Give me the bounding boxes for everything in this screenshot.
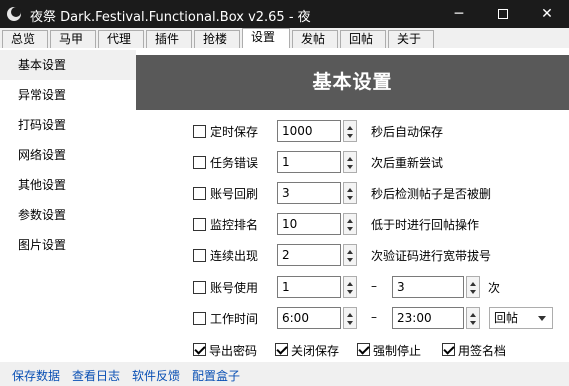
setting-row-monitor-rank: 监控排名 10 低于时进行回帖操作 (0, 213, 569, 235)
monitor-rank-input[interactable]: 10 (277, 213, 341, 235)
feedback-link[interactable]: 软件反馈 (132, 367, 180, 384)
auto-save-input[interactable]: 1000 (277, 120, 341, 142)
tab-accounts[interactable]: 马甲 (50, 30, 96, 48)
task-error-suffix: 次后重新尝试 (371, 156, 444, 170)
work-time-checkbox[interactable] (193, 312, 206, 325)
tab-reply[interactable]: 回帖 (340, 30, 386, 48)
nav-item-basic[interactable]: 基本设置 (0, 50, 136, 80)
account-usage-min-stepper[interactable] (343, 276, 357, 298)
monitor-rank-stepper[interactable] (343, 213, 357, 235)
auto-save-checkbox[interactable] (193, 125, 206, 138)
tab-post[interactable]: 发帖 (292, 30, 338, 48)
app-logo-icon (7, 7, 21, 21)
setting-row-task-error: 任务错误 1 次后重新尝试 (0, 151, 569, 173)
consecutive-input[interactable]: 2 (277, 244, 341, 266)
tab-settings[interactable]: 设置 (242, 28, 290, 48)
title-bar: 夜祭 Dark.Festival.Functional.Box v2.65 - … (0, 0, 569, 28)
force-stop-checkbox[interactable] (357, 343, 370, 356)
tab-grab-floor[interactable]: 抢楼 (194, 30, 240, 48)
setting-row-auto-save: 定时保存 1000 秒后自动保存 (0, 120, 569, 142)
monitor-rank-checkbox[interactable] (193, 218, 206, 231)
maximize-button[interactable] (481, 0, 525, 28)
section-title: 基本设置 (312, 71, 393, 93)
account-refresh-checkbox[interactable] (193, 187, 206, 200)
account-refresh-input[interactable]: 3 (277, 182, 341, 204)
work-time-action-select[interactable]: 回帖 (489, 307, 553, 329)
export-password-checkbox[interactable] (193, 343, 206, 356)
work-time-action-value: 回帖 (494, 311, 519, 325)
account-refresh-suffix: 秒后检测帖子是否被删 (371, 187, 492, 201)
consecutive-label: 连续出现 (210, 249, 259, 263)
close-save-checkbox[interactable] (275, 343, 288, 356)
setting-row-consecutive: 连续出现 2 次验证码进行宽带拔号 (0, 244, 569, 266)
chevron-down-icon (538, 316, 546, 321)
work-time-label: 工作时间 (210, 312, 259, 326)
consecutive-checkbox[interactable] (193, 249, 206, 262)
close-save-label: 关闭保存 (291, 344, 340, 358)
work-time-start-stepper[interactable] (343, 307, 357, 329)
tab-bar: 总览 马甲 代理 插件 抢楼 设置 发帖 回帖 关于 (0, 28, 569, 48)
account-usage-max-stepper[interactable] (466, 276, 480, 298)
force-stop-label: 强制停止 (373, 344, 422, 358)
setting-row-account-usage: 账号使用 1 – 3 次 (0, 276, 569, 298)
account-usage-min-input[interactable]: 1 (277, 276, 341, 298)
auto-save-stepper[interactable] (343, 120, 357, 142)
work-time-start-input[interactable]: 6:00 (277, 307, 341, 329)
auto-save-label: 定时保存 (210, 125, 259, 139)
task-error-label: 任务错误 (210, 156, 259, 170)
setting-row-work-time: 工作时间 6:00 – 23:00 回帖 (0, 307, 569, 329)
consecutive-suffix: 次验证码进行宽带拔号 (371, 249, 492, 263)
monitor-rank-suffix: 低于时进行回帖操作 (371, 218, 480, 232)
account-refresh-stepper[interactable] (343, 182, 357, 204)
tab-overview[interactable]: 总览 (2, 30, 48, 48)
work-time-end-input[interactable]: 23:00 (392, 307, 464, 329)
account-refresh-label: 账号回刷 (210, 187, 259, 201)
setting-row-account-refresh: 账号回刷 3 秒后检测帖子是否被删 (0, 182, 569, 204)
config-box-link[interactable]: 配置盒子 (192, 367, 240, 384)
nav-item-exception[interactable]: 异常设置 (0, 80, 136, 110)
tab-about[interactable]: 关于 (388, 30, 434, 48)
account-usage-dash: – (371, 279, 377, 293)
tab-plugins[interactable]: 插件 (146, 30, 192, 48)
account-usage-max-input[interactable]: 3 (392, 276, 464, 298)
use-signature-checkbox[interactable] (442, 343, 455, 356)
minimize-button[interactable]: ─ (437, 0, 481, 28)
monitor-rank-label: 监控排名 (210, 218, 259, 232)
account-usage-label: 账号使用 (210, 281, 259, 295)
footer-bar: 保存数据 查看日志 软件反馈 配置盒子 (0, 362, 569, 386)
task-error-checkbox[interactable] (193, 156, 206, 169)
export-password-label: 导出密码 (209, 344, 258, 358)
use-signature-label: 用签名档 (458, 344, 507, 358)
maximize-icon (498, 9, 508, 19)
task-error-stepper[interactable] (343, 151, 357, 173)
save-data-link[interactable]: 保存数据 (12, 367, 60, 384)
task-error-input[interactable]: 1 (277, 151, 341, 173)
window-title: 夜祭 Dark.Festival.Functional.Box v2.65 - … (30, 10, 311, 25)
account-usage-suffix: 次 (488, 281, 501, 295)
view-log-link[interactable]: 查看日志 (72, 367, 120, 384)
account-usage-checkbox[interactable] (193, 281, 206, 294)
section-header: 基本设置 (136, 55, 569, 110)
tab-proxy[interactable]: 代理 (98, 30, 144, 48)
consecutive-stepper[interactable] (343, 244, 357, 266)
close-button[interactable]: ✕ (525, 0, 569, 28)
work-time-end-stepper[interactable] (466, 307, 480, 329)
auto-save-suffix: 秒后自动保存 (371, 125, 444, 139)
work-time-dash: – (371, 310, 377, 324)
